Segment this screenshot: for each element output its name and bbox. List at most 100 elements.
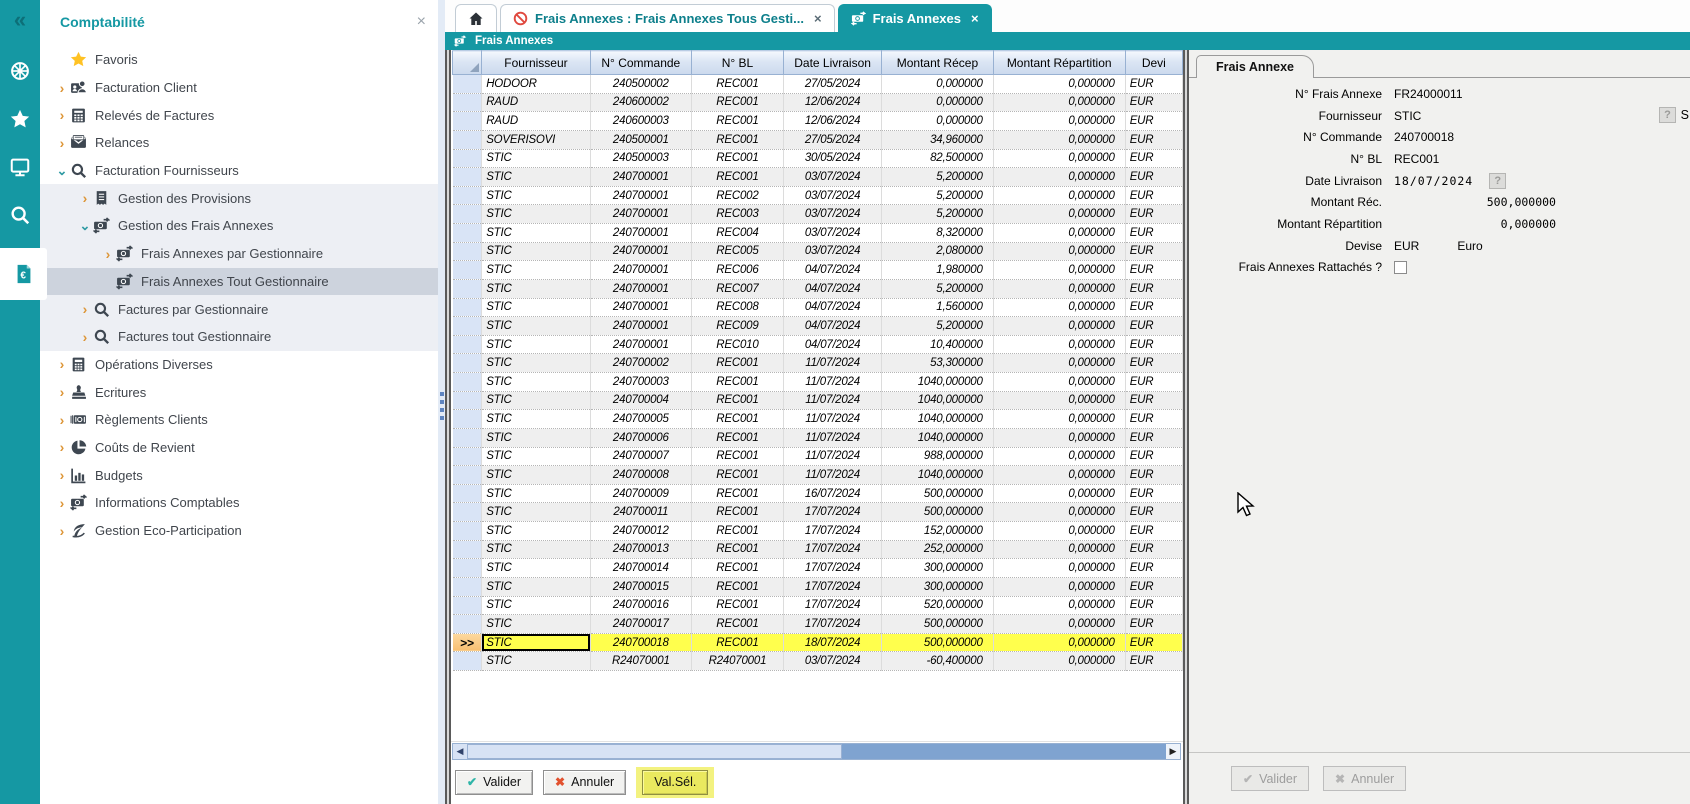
row-selector-cell[interactable] <box>453 373 482 392</box>
cell-commande[interactable]: 240700006 <box>590 428 691 447</box>
cell-bl[interactable]: REC001 <box>691 447 783 466</box>
rail-item-euro-doc-icon[interactable]: € <box>0 248 47 300</box>
field-value[interactable]: 240700018 <box>1394 130 1454 144</box>
cell-commande[interactable]: 240700001 <box>590 261 691 280</box>
table-row[interactable]: STIC240700001REC00103/07/20245,2000000,0… <box>453 168 1183 187</box>
table-row[interactable]: STIC240700001REC00403/07/20248,3200000,0… <box>453 224 1183 243</box>
cell-montant-repartition[interactable]: 0,000000 <box>993 186 1125 205</box>
cell-bl[interactable]: REC001 <box>691 466 783 485</box>
val-s-l--button[interactable]: Val.Sél. <box>642 770 708 795</box>
cell-devise[interactable]: EUR <box>1125 391 1182 410</box>
cell-date-livraison[interactable]: 11/07/2024 <box>784 428 882 447</box>
table-row[interactable]: STIC240700011REC00117/07/2024500,0000000… <box>453 503 1183 522</box>
table-row[interactable]: STIC240700006REC00111/07/20241040,000000… <box>453 428 1183 447</box>
cell-fournisseur[interactable]: STIC <box>482 633 591 652</box>
cell-montant-recep[interactable]: 1040,000000 <box>882 373 993 392</box>
chevron-down-icon[interactable]: ⌄ <box>77 223 93 229</box>
cell-devise[interactable]: EUR <box>1125 428 1182 447</box>
cell-fournisseur[interactable]: STIC <box>482 317 591 336</box>
row-selector-cell[interactable] <box>453 652 482 671</box>
cell-devise[interactable]: EUR <box>1125 466 1182 485</box>
table-row[interactable]: RAUD240600003REC00112/06/20240,0000000,0… <box>453 112 1183 131</box>
table-row[interactable]: STICR24070001R2407000103/07/2024-60,4000… <box>453 652 1183 671</box>
row-selector-cell[interactable] <box>453 224 482 243</box>
scroll-right-icon[interactable]: ▶ <box>1166 744 1180 759</box>
row-selector-cell[interactable] <box>453 261 482 280</box>
column-header-montant-r-cep[interactable]: Montant Récep <box>882 51 993 75</box>
sidebar-item-relev-s-de-factures[interactable]: ›Relevés de Factures <box>40 101 438 129</box>
cell-montant-recep[interactable]: 1040,000000 <box>882 410 993 429</box>
cell-montant-repartition[interactable]: 0,000000 <box>993 242 1125 261</box>
cell-fournisseur[interactable]: STIC <box>482 484 591 503</box>
sidebar-item-ecritures[interactable]: ›Ecritures <box>40 378 438 406</box>
row-selector-cell[interactable]: >> <box>453 633 482 652</box>
cell-date-livraison[interactable]: 12/06/2024 <box>784 93 882 112</box>
cell-devise[interactable]: EUR <box>1125 522 1182 541</box>
cell-montant-repartition[interactable]: 0,000000 <box>993 410 1125 429</box>
cell-montant-repartition[interactable]: 0,000000 <box>993 298 1125 317</box>
cell-date-livraison[interactable]: 11/07/2024 <box>784 410 882 429</box>
cell-commande[interactable]: 240700001 <box>590 335 691 354</box>
cell-devise[interactable]: EUR <box>1125 75 1182 94</box>
cell-fournisseur[interactable]: STIC <box>482 410 591 429</box>
cell-montant-repartition[interactable]: 0,000000 <box>993 447 1125 466</box>
cell-fournisseur[interactable]: STIC <box>482 261 591 280</box>
cell-date-livraison[interactable]: 04/07/2024 <box>784 335 882 354</box>
tab-close-icon[interactable]: × <box>814 11 822 26</box>
cell-commande[interactable]: 240700001 <box>590 168 691 187</box>
cell-fournisseur[interactable]: STIC <box>482 503 591 522</box>
cell-devise[interactable]: EUR <box>1125 205 1182 224</box>
cell-montant-recep[interactable]: 1040,000000 <box>882 466 993 485</box>
cell-bl[interactable]: REC001 <box>691 577 783 596</box>
cell-bl[interactable]: REC004 <box>691 224 783 243</box>
cell-date-livraison[interactable]: 03/07/2024 <box>784 168 882 187</box>
cell-commande[interactable]: R24070001 <box>590 652 691 671</box>
cell-montant-repartition[interactable]: 0,000000 <box>993 93 1125 112</box>
cell-date-livraison[interactable]: 03/07/2024 <box>784 242 882 261</box>
cell-devise[interactable]: EUR <box>1125 224 1182 243</box>
cell-date-livraison[interactable]: 04/07/2024 <box>784 279 882 298</box>
cell-devise[interactable]: EUR <box>1125 168 1182 187</box>
cell-devise[interactable]: EUR <box>1125 317 1182 336</box>
chevron-right-icon[interactable]: › <box>54 526 70 536</box>
cell-montant-recep[interactable]: 500,000000 <box>882 633 993 652</box>
cell-montant-recep[interactable]: 500,000000 <box>882 503 993 522</box>
cell-montant-repartition[interactable]: 0,000000 <box>993 149 1125 168</box>
row-selector-cell[interactable] <box>453 186 482 205</box>
cell-montant-recep[interactable]: 5,200000 <box>882 168 993 187</box>
cell-bl[interactable]: REC001 <box>691 484 783 503</box>
cell-fournisseur[interactable]: STIC <box>482 522 591 541</box>
table-row[interactable]: STIC240700003REC00111/07/20241040,000000… <box>453 373 1183 392</box>
table-row[interactable]: STIC240700001REC00503/07/20242,0800000,0… <box>453 242 1183 261</box>
table-row[interactable]: STIC240700001REC00303/07/20245,2000000,0… <box>453 205 1183 224</box>
row-selector-cell[interactable] <box>453 484 482 503</box>
cell-montant-repartition[interactable]: 0,000000 <box>993 466 1125 485</box>
cell-devise[interactable]: EUR <box>1125 484 1182 503</box>
cell-commande[interactable]: 240700018 <box>590 633 691 652</box>
field-value[interactable]: 500,000000 <box>1394 195 1556 209</box>
row-selector-cell[interactable] <box>453 93 482 112</box>
cell-fournisseur[interactable]: STIC <box>482 615 591 634</box>
sidebar-item-factures-par-gestionnaire[interactable]: ›Factures par Gestionnaire <box>40 295 438 323</box>
sidebar-item-co-ts-de-revient[interactable]: ›Coûts de Revient <box>40 434 438 462</box>
cell-montant-recep[interactable]: 82,500000 <box>882 149 993 168</box>
row-selector-cell[interactable] <box>453 559 482 578</box>
cell-commande[interactable]: 240700001 <box>590 224 691 243</box>
row-selector-cell[interactable] <box>453 335 482 354</box>
table-row[interactable]: STIC240500003REC00130/05/202482,5000000,… <box>453 149 1183 168</box>
cell-fournisseur[interactable]: STIC <box>482 466 591 485</box>
cell-bl[interactable]: REC006 <box>691 261 783 280</box>
table-row[interactable]: STIC240700009REC00116/07/2024500,0000000… <box>453 484 1183 503</box>
cell-devise[interactable]: EUR <box>1125 93 1182 112</box>
cell-commande[interactable]: 240700005 <box>590 410 691 429</box>
cell-bl[interactable]: REC001 <box>691 391 783 410</box>
cell-fournisseur[interactable]: RAUD <box>482 93 591 112</box>
row-selector-cell[interactable] <box>453 540 482 559</box>
table-row[interactable]: STIC240700004REC00111/07/20241040,000000… <box>453 391 1183 410</box>
cell-fournisseur[interactable]: STIC <box>482 298 591 317</box>
cell-montant-repartition[interactable]: 0,000000 <box>993 205 1125 224</box>
table-row[interactable]: HODOOR240500002REC00127/05/20240,0000000… <box>453 75 1183 94</box>
chevron-right-icon[interactable]: › <box>54 442 70 452</box>
cell-bl[interactable]: REC001 <box>691 130 783 149</box>
cell-fournisseur[interactable]: STIC <box>482 168 591 187</box>
